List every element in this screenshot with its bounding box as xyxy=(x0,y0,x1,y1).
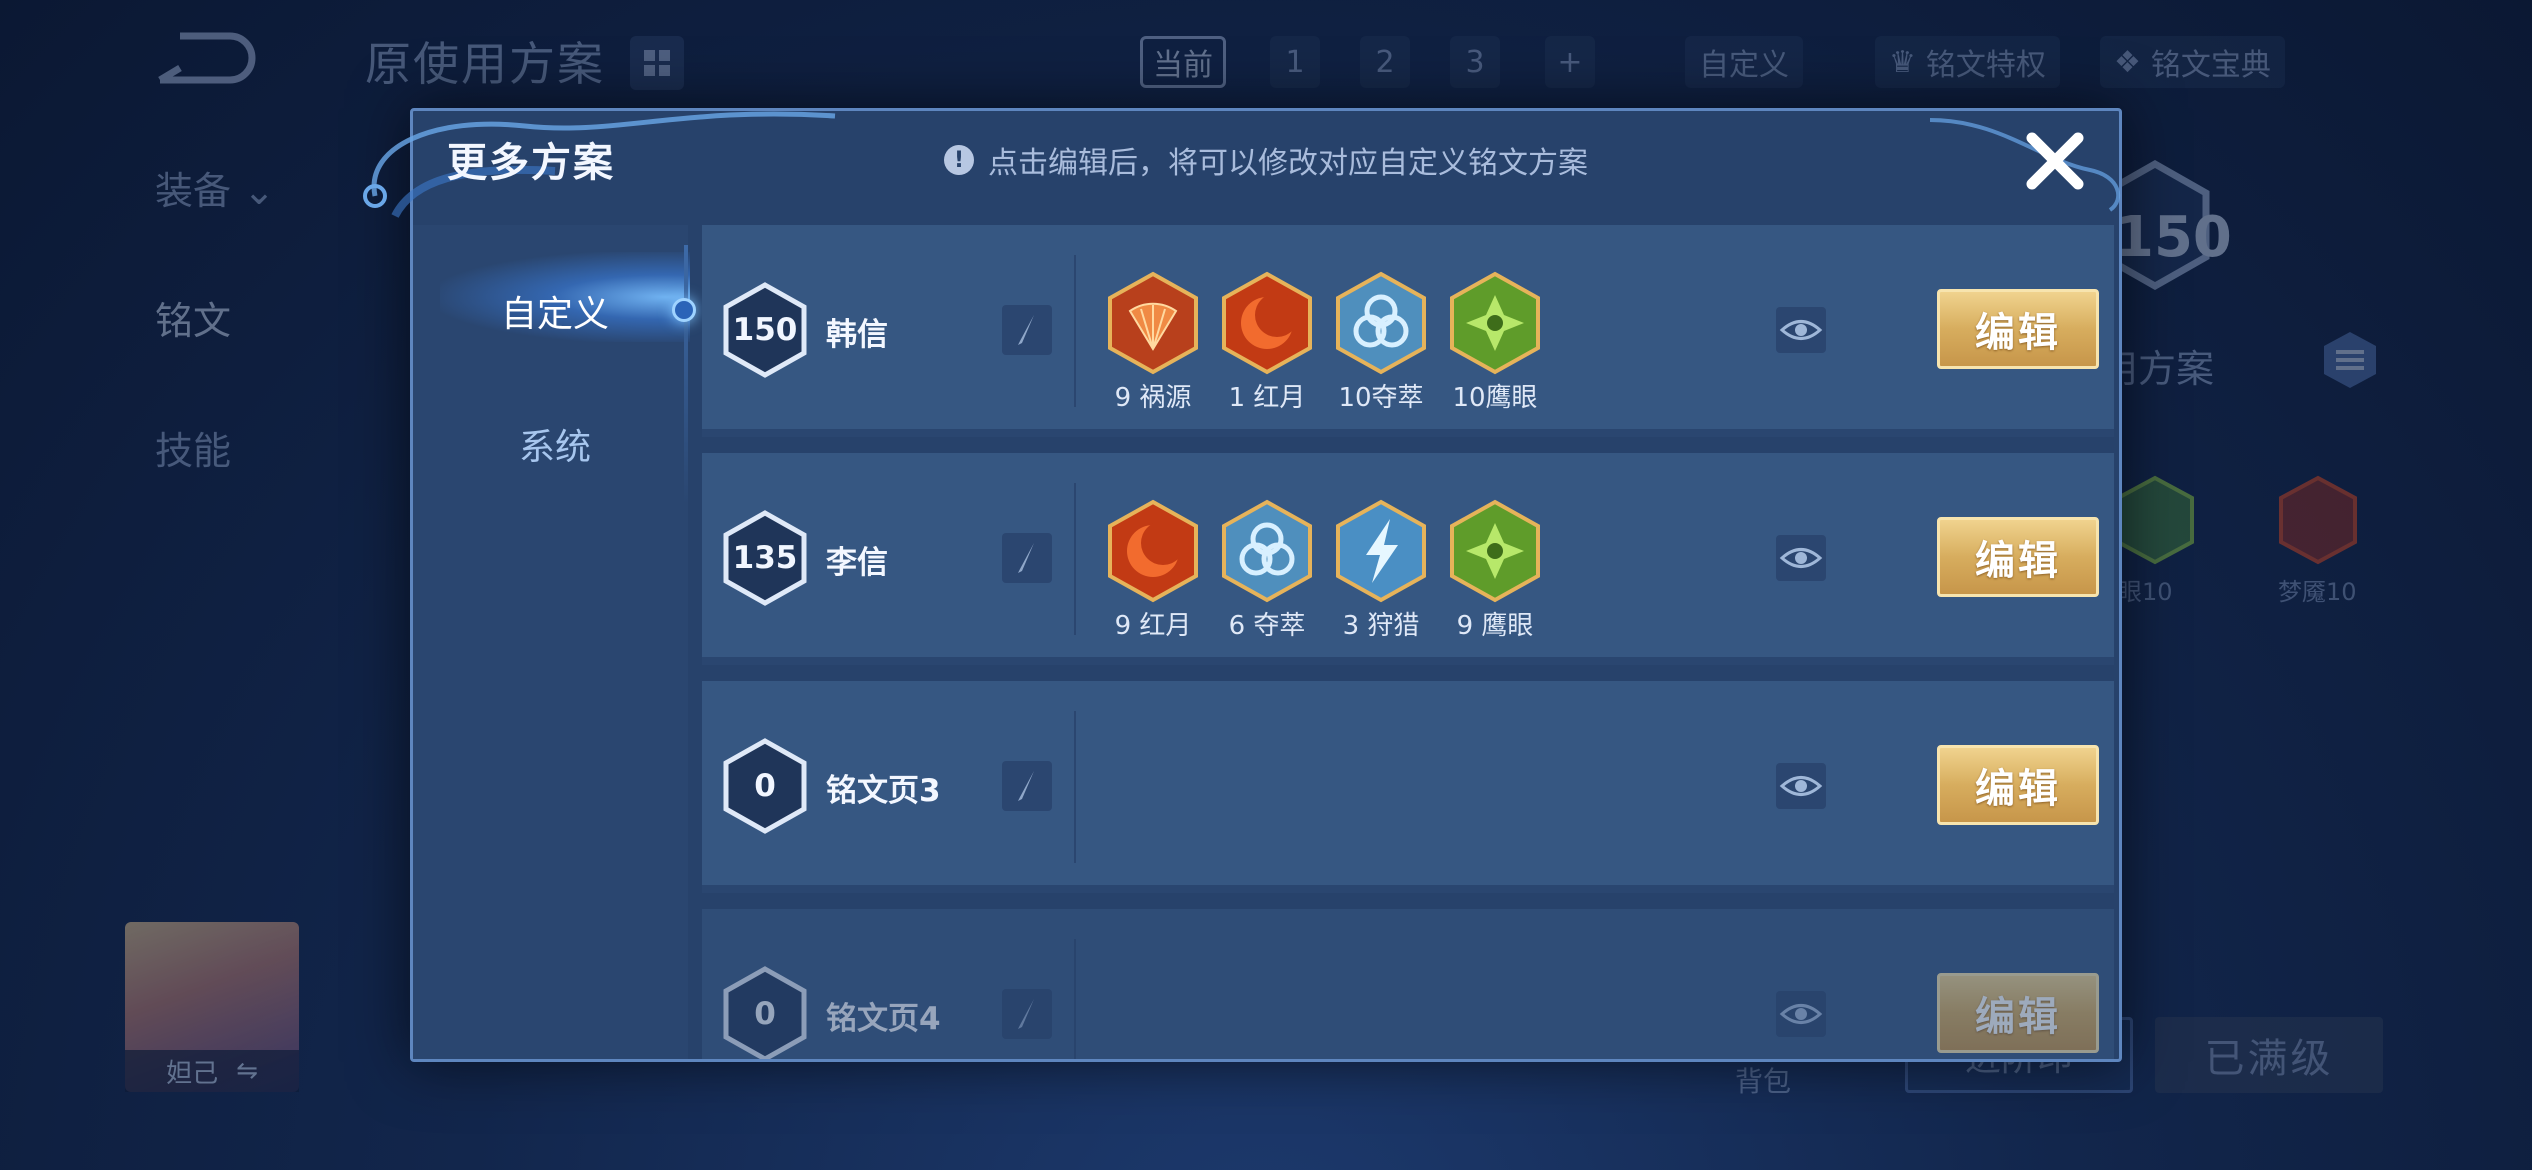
privilege-link-label: 铭文特权 xyxy=(1925,48,2046,83)
nav-indicator-dot xyxy=(672,298,696,322)
tab-custom[interactable]: 自定义 xyxy=(455,285,655,337)
tab-add[interactable]: + xyxy=(1545,36,1595,88)
hero-name: 妲己 xyxy=(166,1058,219,1089)
gem-list: 9 红月 6 夺萃 3 狩猎 9 鹰眼 xyxy=(1096,499,1552,642)
scheme-name: 铭文页3 xyxy=(826,773,941,809)
tab-system[interactable]: 系统 xyxy=(455,418,655,470)
scheme-row: 0 铭文页4 编辑 xyxy=(702,909,2114,1059)
scheme-level: 135 xyxy=(732,540,798,576)
hint-text: ! 点击编辑后，将可以修改对应自定义铭文方案 xyxy=(944,138,1588,182)
scheme-level: 0 xyxy=(754,768,776,804)
gem-label: 10夺萃 xyxy=(1338,383,1424,413)
gem-item[interactable]: 10鹰眼 xyxy=(1438,271,1552,414)
edit-button[interactable]: 编辑 xyxy=(1937,973,2099,1053)
nightmare-gem-icon xyxy=(2279,475,2357,565)
level-badge: 150 xyxy=(2115,205,2232,270)
custom-link-label: 自定义 xyxy=(1699,48,1789,83)
tab-2[interactable]: 2 xyxy=(1360,36,1410,88)
back-arrow-icon[interactable] xyxy=(150,30,260,90)
gem-label: 9 红月 xyxy=(1114,611,1192,641)
pencil-icon[interactable] xyxy=(1002,533,1052,583)
scheme-name: 韩信 xyxy=(826,317,888,353)
eye-icon[interactable] xyxy=(1776,535,1826,581)
gem-item[interactable]: 6 夺萃 xyxy=(1210,499,1324,642)
divider xyxy=(1074,711,1076,863)
gem-label: 眼10 xyxy=(2118,578,2173,606)
sidebar-item-equipment[interactable]: 装备 ⌄ xyxy=(155,160,275,215)
book-icon: ❖ xyxy=(2114,44,2141,80)
sidebar-item-skills[interactable]: 技能 xyxy=(155,420,231,475)
codex-link[interactable]: ❖ 铭文宝典 xyxy=(2100,36,2285,88)
hint-label: 点击编辑后，将可以修改对应自定义铭文方案 xyxy=(988,146,1588,181)
edit-button[interactable]: 编辑 xyxy=(1937,745,2099,825)
gem-item[interactable]: 9 鹰眼 xyxy=(1438,499,1552,642)
gem-item[interactable]: 3 狩猎 xyxy=(1324,499,1438,642)
close-icon[interactable] xyxy=(2020,126,2090,196)
modal-title: 更多方案 xyxy=(447,140,615,186)
page-title: 原使用方案 xyxy=(365,37,605,91)
bag-label[interactable]: 背包 xyxy=(1735,1060,1791,1100)
tab-current[interactable]: 当前 xyxy=(1140,36,1226,88)
knot-icon xyxy=(1336,271,1426,375)
pencil-icon[interactable] xyxy=(1002,305,1052,355)
custom-link[interactable]: 自定义 xyxy=(1685,36,1803,88)
max-level-button[interactable]: 已满级 xyxy=(2155,1017,2383,1093)
gem-list: 9 祸源 1 红月 10夺萃 10鹰眼 xyxy=(1096,271,1552,414)
edit-button[interactable]: 编辑 xyxy=(1937,289,2099,369)
scheme-list: 150 韩信 9 祸源 1 红月 10夺萃 10鹰眼 编辑 135 李信 9 红… xyxy=(700,225,2120,1059)
eye-gem-icon xyxy=(1450,271,1540,375)
sidebar-item-inscription[interactable]: 铭文 xyxy=(155,290,231,345)
nav-divider xyxy=(684,245,688,505)
scheme-nav xyxy=(413,225,688,1059)
gem-label: 6 夺萃 xyxy=(1228,611,1306,641)
gem-label: 3 狩猎 xyxy=(1342,611,1420,641)
scheme-level: 150 xyxy=(732,312,798,348)
scheme-level: 0 xyxy=(754,996,776,1032)
codex-link-label: 铭文宝典 xyxy=(2150,48,2271,83)
eye-icon[interactable] xyxy=(1776,991,1826,1037)
gem-item[interactable]: 10夺萃 xyxy=(1324,271,1438,414)
swap-icon: ⇋ xyxy=(236,1056,258,1086)
edit-button[interactable]: 编辑 xyxy=(1937,517,2099,597)
pencil-icon[interactable] xyxy=(1002,761,1052,811)
privilege-link[interactable]: ♛ 铭文特权 xyxy=(1875,36,2060,88)
eye-gem-icon xyxy=(1450,499,1540,603)
scheme-row: 0 铭文页3 编辑 xyxy=(702,681,2114,893)
gem-item[interactable]: 9 红月 xyxy=(1096,499,1210,642)
crown-icon: ♛ xyxy=(1889,44,1916,80)
divider xyxy=(1074,483,1076,635)
gem-item[interactable]: 1 红月 xyxy=(1210,271,1324,414)
grid-icon[interactable] xyxy=(630,36,684,90)
gem-label: 9 祸源 xyxy=(1114,383,1192,413)
gem-label: 梦魇10 xyxy=(2278,578,2357,606)
gem-label: 9 鹰眼 xyxy=(1456,611,1534,641)
hero-name-bar[interactable]: 妲己 ⇋ xyxy=(125,1050,299,1092)
knot-icon xyxy=(1222,499,1312,603)
moon-icon xyxy=(1222,271,1312,375)
scheme-name: 李信 xyxy=(826,545,888,581)
divider xyxy=(1074,255,1076,407)
gem-item[interactable]: 9 祸源 xyxy=(1096,271,1210,414)
divider xyxy=(1074,939,1076,1059)
gem-label: 1 红月 xyxy=(1228,383,1306,413)
gem-label: 10鹰眼 xyxy=(1452,383,1538,413)
scheme-row: 135 李信 9 红月 6 夺萃 3 狩猎 9 鹰眼 编辑 xyxy=(702,453,2114,665)
scheme-name: 铭文页4 xyxy=(826,1001,941,1037)
moon-icon xyxy=(1108,499,1198,603)
tab-1[interactable]: 1 xyxy=(1270,36,1320,88)
eye-icon[interactable] xyxy=(1776,307,1826,353)
info-icon: ! xyxy=(944,145,974,175)
fan-icon xyxy=(1108,271,1198,375)
eye-gem-icon xyxy=(2116,475,2194,565)
lightning-icon xyxy=(1336,499,1426,603)
scheme-row: 150 韩信 9 祸源 1 红月 10夺萃 10鹰眼 编辑 xyxy=(702,225,2114,437)
tab-3[interactable]: 3 xyxy=(1450,36,1500,88)
list-icon[interactable] xyxy=(2320,330,2380,390)
pencil-icon[interactable] xyxy=(1002,989,1052,1039)
eye-icon[interactable] xyxy=(1776,763,1826,809)
